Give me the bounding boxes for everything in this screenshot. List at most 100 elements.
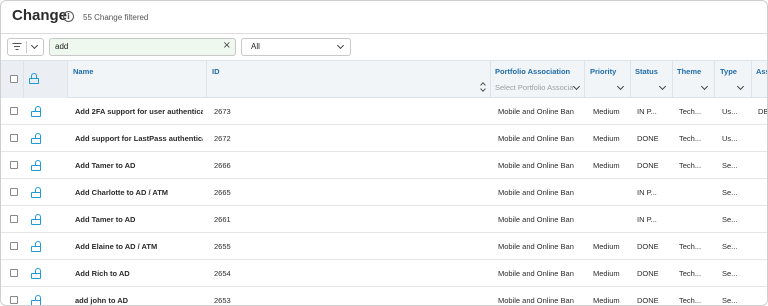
cell-type: Se... <box>722 269 738 278</box>
unlock-icon[interactable] <box>31 160 41 171</box>
cell-name: Add Tamer to AD <box>75 215 136 224</box>
cell-id: 2654 <box>214 269 231 278</box>
unlock-icon[interactable] <box>31 187 41 198</box>
change-grid: Name ID Portfolio Association Select Por… <box>1 60 768 305</box>
cell-portfolio: Mobile and Online Banking <box>498 107 574 116</box>
filter-menu-button[interactable] <box>7 38 44 56</box>
cell-status: IN P... <box>637 107 657 116</box>
chevron-down-icon[interactable] <box>658 82 667 91</box>
cell-theme: Tech... <box>679 107 702 116</box>
cell-portfolio: Mobile and Online Banking <box>498 161 574 170</box>
cell-theme: Tech... <box>679 242 702 251</box>
cell-portfolio: Mobile and Online Banking <box>498 215 574 224</box>
cell-status: DONE <box>637 242 659 251</box>
cell-id: 2665 <box>214 188 231 197</box>
table-row[interactable]: add john to AD 2653 Mobile and Online Bank… <box>1 287 767 305</box>
cell-status: DONE <box>637 296 659 305</box>
unlock-icon[interactable] <box>31 241 41 252</box>
table-row[interactable]: Add Charlotte to AD / ATM 2665 Mobile and … <box>1 179 767 206</box>
scope-select-value: All <box>251 42 260 51</box>
unlock-icon[interactable] <box>31 268 41 279</box>
cell-id: 2672 <box>214 134 231 143</box>
cell-name: Add 2FA support for user authentication <box>75 107 203 116</box>
scope-select[interactable]: All <box>241 38 351 56</box>
cell-theme: Tech... <box>679 134 702 143</box>
column-header-status[interactable]: Status <box>635 67 658 76</box>
clear-icon[interactable]: × <box>223 40 231 51</box>
column-header-theme[interactable]: Theme <box>677 67 701 76</box>
lock-icon <box>29 73 39 84</box>
page-title: Change <box>12 7 68 24</box>
cell-id: 2653 <box>214 296 231 305</box>
cell-id: 2666 <box>214 161 231 170</box>
column-header-id[interactable]: ID <box>212 67 220 76</box>
cell-theme: Tech... <box>679 269 702 278</box>
cell-name: Add Elaine to AD / ATM <box>75 242 158 251</box>
row-checkbox[interactable] <box>10 242 18 250</box>
chevron-down-icon <box>336 41 345 50</box>
row-checkbox[interactable] <box>10 269 18 277</box>
row-checkbox[interactable] <box>10 215 18 223</box>
column-header-type[interactable]: Type <box>720 67 737 76</box>
table-row[interactable]: Add Tamer to AD 2666 Mobile and Online Ban… <box>1 152 767 179</box>
cell-type: Se... <box>722 161 738 170</box>
row-checkbox[interactable] <box>10 107 18 115</box>
column-header-portfolio[interactable]: Portfolio Association <box>495 67 570 76</box>
chevron-down-icon <box>30 41 39 50</box>
row-checkbox[interactable] <box>10 296 18 304</box>
cell-status: DONE <box>637 134 659 143</box>
cell-type: Us... <box>722 134 738 143</box>
change-window: Change i 55 Change filtered add × All Na… <box>0 0 768 306</box>
table-row[interactable]: Add 2FA support for user authentication 2… <box>1 98 768 125</box>
cell-name: add john to AD <box>75 296 129 305</box>
table-row[interactable]: Add support for LastPass authentication 2… <box>1 125 767 152</box>
cell-priority: Medium <box>593 296 620 305</box>
search-input[interactable]: add × <box>49 38 236 56</box>
cell-status: DONE <box>637 269 659 278</box>
unlock-icon[interactable] <box>31 133 41 144</box>
table-row[interactable]: Add Elaine to AD / ATM 2655 Mobile and Onl… <box>1 233 767 260</box>
filter-count: 55 Change filtered <box>83 13 149 22</box>
row-checkbox[interactable] <box>10 161 18 169</box>
info-icon[interactable]: i <box>63 11 74 22</box>
row-checkbox[interactable] <box>10 188 18 196</box>
cell-priority: Medium <box>593 107 620 116</box>
cell-portfolio: Mobile and Online Banking <box>498 188 574 197</box>
row-checkbox[interactable] <box>10 134 18 142</box>
cell-status: IN P... <box>637 188 657 197</box>
unlock-icon[interactable] <box>31 106 41 117</box>
cell-portfolio: Mobile and Online Banking <box>498 269 574 278</box>
table-row[interactable]: Add Rich to AD 2654 Mobile and Online Bank… <box>1 260 767 287</box>
chevron-down-icon[interactable] <box>572 82 581 91</box>
unlock-icon[interactable] <box>31 214 41 225</box>
cell-theme: Tech... <box>679 161 702 170</box>
chevron-down-icon[interactable] <box>700 82 709 91</box>
search-value: add <box>55 42 69 51</box>
cell-priority: Medium <box>593 134 620 143</box>
cell-type: Se... <box>722 296 738 305</box>
cell-id: 2661 <box>214 215 231 224</box>
cell-type: Se... <box>722 242 738 251</box>
unlock-icon[interactable] <box>31 295 41 305</box>
cell-name: Add Rich to AD <box>75 269 130 278</box>
cell-portfolio: Mobile and Online Banking <box>498 134 574 143</box>
page-header: Change i 55 Change filtered <box>1 1 767 34</box>
column-header-priority[interactable]: Priority <box>590 67 616 76</box>
toolbar: add × All <box>1 34 767 60</box>
portfolio-filter[interactable]: Select Portfolio Association <box>495 83 573 92</box>
column-header-asset[interactable]: Ass <box>756 67 767 76</box>
cell-name: Add support for LastPass authentication <box>75 134 203 143</box>
cell-priority: Medium <box>593 242 620 251</box>
select-all-checkbox[interactable] <box>10 75 18 83</box>
cell-portfolio: Mobile and Online Banking <box>498 296 574 305</box>
filter-icon <box>12 43 21 51</box>
column-header-name[interactable]: Name <box>73 67 93 76</box>
table-row[interactable]: Add Tamer to AD 2661 Mobile and Online Ban… <box>1 206 767 233</box>
sort-icon[interactable] <box>480 81 486 93</box>
cell-asset: DB <box>758 107 768 116</box>
chevron-down-icon[interactable] <box>616 82 625 91</box>
chevron-down-icon[interactable] <box>736 82 745 91</box>
cell-priority: Medium <box>593 269 620 278</box>
cell-priority: Medium <box>593 161 620 170</box>
cell-type: Us... <box>722 107 738 116</box>
